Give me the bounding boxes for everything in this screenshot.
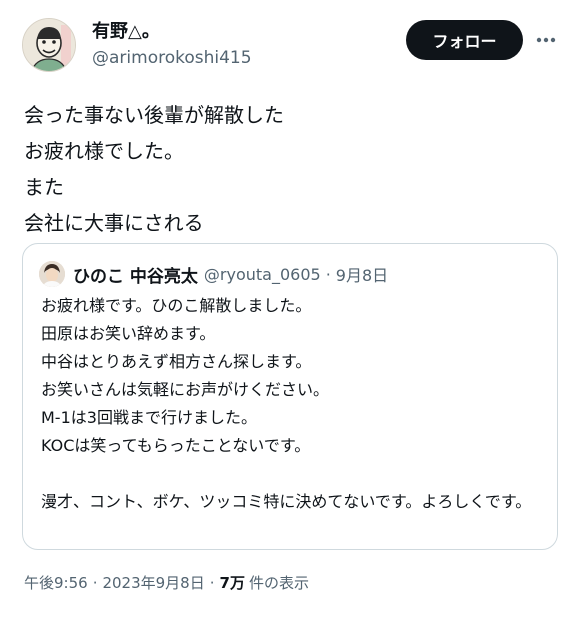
quoted-handle[interactable]: @ryouta_0605 bbox=[204, 265, 321, 284]
tweet-time[interactable]: 午後9:56 bbox=[24, 572, 88, 593]
avatar-illustration bbox=[23, 19, 75, 71]
separator-dot: · bbox=[92, 573, 98, 592]
tweet-text: 会った事ない後輩が解散した お疲れ様でした。 また 会社に大事にされる bbox=[24, 97, 564, 241]
follow-button[interactable]: フォロー bbox=[406, 20, 523, 60]
quoted-date[interactable]: 9月8日 bbox=[336, 262, 388, 286]
quoted-tweet-header: ひのこ 中谷亮太 @ryouta_0605 · 9月8日 bbox=[39, 260, 388, 288]
tweet-line: 会った事ない後輩が解散した bbox=[24, 103, 284, 127]
author-name-block: 有野△。 @arimorokoshi415 bbox=[92, 20, 252, 70]
separator-dot: · bbox=[325, 264, 331, 284]
more-button[interactable] bbox=[534, 28, 558, 52]
tweet-meta: 午後9:56 · 2023年9月8日 · 7万 件の表示 bbox=[24, 572, 309, 593]
view-label: 件の表示 bbox=[248, 574, 309, 592]
author-display-name[interactable]: 有野△。 bbox=[92, 20, 252, 44]
more-horizontal-icon bbox=[536, 37, 556, 43]
quoted-display-name[interactable]: ひのこ 中谷亮太 bbox=[73, 262, 198, 287]
quoted-tweet[interactable]: ひのこ 中谷亮太 @ryouta_0605 · 9月8日 お疲れ様です。ひのこ解… bbox=[22, 243, 558, 550]
quoted-author-avatar[interactable] bbox=[39, 261, 65, 287]
quoted-line-blank bbox=[41, 460, 546, 488]
tweet-header: 有野△。 @arimorokoshi415 フォロー bbox=[22, 18, 562, 74]
separator-dot: · bbox=[209, 573, 215, 592]
quoted-line: KOCは笑ってもらったことないです。 bbox=[41, 436, 311, 455]
tweet-line: お疲れ様でした。 bbox=[24, 139, 184, 163]
quoted-tweet-text: お疲れ様です。ひのこ解散しました。 田原はお笑い辞めます。 中谷はとりあえず相方… bbox=[41, 292, 546, 516]
view-count: 7万 bbox=[219, 574, 245, 592]
quoted-line: お疲れ様です。ひのこ解散しました。 bbox=[41, 296, 312, 315]
quoted-avatar-illustration bbox=[39, 261, 65, 287]
quoted-line: お笑いさんは気軽にお声がけください。 bbox=[41, 380, 330, 399]
quoted-line: 中谷はとりあえず相方さん探します。 bbox=[41, 352, 312, 371]
tweet-line: 会社に大事にされる bbox=[24, 211, 204, 235]
quoted-line: 漫才、コント、ボケ、ツッコミ特に決めてないです。よろしくです。 bbox=[41, 492, 532, 511]
author-handle[interactable]: @arimorokoshi415 bbox=[92, 46, 252, 70]
author-avatar[interactable] bbox=[22, 18, 76, 72]
quoted-line: 田原はお笑い辞めます。 bbox=[41, 324, 216, 343]
quoted-line: M-1は3回戦まで行けました。 bbox=[41, 408, 257, 427]
tweet-date[interactable]: 2023年9月8日 bbox=[102, 572, 204, 593]
tweet-line: また bbox=[24, 175, 64, 199]
